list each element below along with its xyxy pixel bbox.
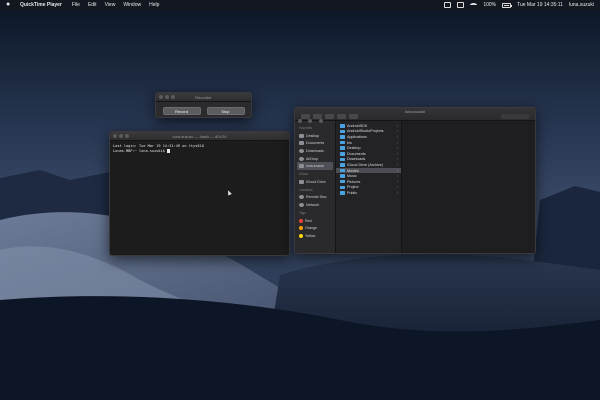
folder-icon: [340, 157, 345, 162]
terminal-output[interactable]: Last login: Tue Mar 19 14:31:49 on ttys0…: [110, 141, 289, 157]
sidebar-item-icloud-drive[interactable]: iCloud Drive: [297, 178, 333, 186]
chevron-right-icon: ›: [396, 151, 398, 156]
stop-button[interactable]: Stop: [206, 107, 245, 115]
folder-icon: [340, 146, 345, 150]
menubar-clock[interactable]: Tue Mar 19 14:35:11: [517, 0, 563, 10]
chevron-right-icon: ›: [396, 179, 398, 184]
screen-record-icon[interactable]: [444, 2, 452, 8]
tag-dot-icon: [299, 218, 303, 223]
list-item[interactable]: Public ›: [336, 190, 401, 196]
folder-icon: [340, 174, 345, 178]
search-field[interactable]: [501, 114, 529, 119]
back-forward-button[interactable]: [301, 114, 310, 119]
action-button[interactable]: [337, 114, 346, 119]
sidebar-item-downloads[interactable]: Downloads: [297, 147, 333, 155]
display-icon[interactable]: [457, 2, 465, 8]
terminal-prompt: Lunas-MBP:~ luna.suzuki$: [113, 149, 168, 153]
share-button[interactable]: [349, 114, 358, 119]
finder-window: luna.suzuki Favorites Desktop Documents …: [294, 107, 536, 254]
sidebar-item-remote-disc[interactable]: Remote Disc: [297, 194, 333, 202]
folder-icon: [340, 140, 345, 145]
folder-icon: [340, 124, 345, 128]
menu-view[interactable]: View: [105, 0, 116, 10]
menubar-user[interactable]: luna.suzuki: [569, 0, 594, 10]
menu-file[interactable]: File: [72, 0, 80, 10]
folder-icon: [340, 168, 345, 173]
folder-icon: [340, 135, 345, 139]
sidebar-item-documents[interactable]: Documents: [297, 140, 333, 148]
finder-empty-column[interactable]: [402, 121, 535, 253]
menu-bar: ● QuickTime Player File Edit View Window…: [0, 0, 600, 10]
sidebar-item-home[interactable]: luna.suzuki: [297, 162, 333, 170]
network-icon: [299, 202, 304, 207]
sidebar-tag-red[interactable]: Red: [297, 217, 333, 225]
wifi-icon[interactable]: [470, 3, 478, 7]
sidebar-tag-orange[interactable]: Orange: [297, 224, 333, 232]
folder-icon: [340, 185, 345, 190]
menu-edit[interactable]: Edit: [88, 0, 97, 10]
document-icon: [299, 141, 304, 146]
finder-toolbar: luna.suzuki: [295, 108, 535, 123]
menu-help[interactable]: Help: [149, 0, 159, 10]
terminal-title: luna.suzuki — -bash — 80×24: [172, 134, 227, 139]
terminal-cursor: [167, 149, 170, 153]
minimize-icon[interactable]: [308, 119, 313, 123]
battery-percent[interactable]: 100%: [483, 0, 496, 10]
chevron-right-icon: ›: [396, 190, 398, 195]
airdrop-icon: [299, 156, 304, 161]
chevron-right-icon: ›: [396, 140, 398, 145]
chevron-right-icon: ›: [396, 157, 398, 162]
folder-icon: [340, 152, 345, 156]
recorder-window: Recorder Record Stop: [155, 92, 252, 118]
sidebar-icloud-header: iCloud: [299, 171, 309, 176]
tag-dot-icon: [299, 233, 303, 238]
battery-icon[interactable]: [502, 2, 513, 8]
chevron-right-icon: ›: [396, 134, 398, 139]
group-button[interactable]: [325, 114, 334, 119]
folder-icon: [340, 179, 345, 184]
chevron-right-icon: ›: [396, 174, 398, 179]
cloud-icon: [299, 179, 304, 184]
menu-window[interactable]: Window: [123, 0, 141, 10]
desktop-icon: [299, 133, 304, 138]
recorder-title: Recorder: [195, 95, 212, 100]
finder-sidebar: Favorites Desktop Documents Downloads Ai…: [295, 121, 336, 253]
chevron-right-icon: ›: [396, 129, 398, 134]
close-icon[interactable]: [298, 119, 302, 123]
folder-icon: [340, 163, 345, 167]
terminal-titlebar[interactable]: luna.suzuki — -bash — 80×24: [110, 132, 289, 141]
sidebar-item-airdrop[interactable]: AirDrop: [297, 155, 333, 163]
sidebar-item-network[interactable]: Network: [297, 201, 333, 209]
home-icon: [299, 164, 304, 169]
sidebar-locations-header: Locations: [299, 187, 313, 192]
downloads-icon: [299, 148, 304, 153]
tag-dot-icon: [299, 226, 303, 231]
recorder-titlebar[interactable]: Recorder: [156, 93, 251, 102]
sidebar-tags-header: Tags: [299, 210, 306, 215]
sidebar-item-desktop[interactable]: Desktop: [297, 132, 333, 140]
view-mode-button[interactable]: [313, 114, 322, 119]
chevron-right-icon: ›: [396, 162, 398, 167]
record-button[interactable]: Record: [162, 107, 201, 115]
status-area: 100% Tue Mar 19 14:35:11 luna.suzuki: [444, 0, 594, 10]
chevron-right-icon: ›: [396, 168, 398, 173]
sidebar-tag-yellow[interactable]: Yellow: [297, 232, 333, 240]
terminal-window: luna.suzuki — -bash — 80×24 Last login: …: [109, 131, 290, 256]
chevron-right-icon: ›: [396, 185, 398, 190]
disc-icon: [299, 195, 304, 200]
chevron-right-icon: ›: [396, 146, 398, 151]
folder-icon: [340, 129, 345, 134]
apple-menu-icon[interactable]: ●: [6, 0, 14, 10]
finder-column: AndroidSDK › AndroidStudioProjects › Appli…: [336, 121, 402, 253]
chevron-right-icon: ›: [396, 123, 398, 128]
menu-app-name[interactable]: QuickTime Player: [20, 0, 62, 10]
folder-icon: [340, 191, 345, 195]
zoom-icon[interactable]: [318, 119, 323, 123]
